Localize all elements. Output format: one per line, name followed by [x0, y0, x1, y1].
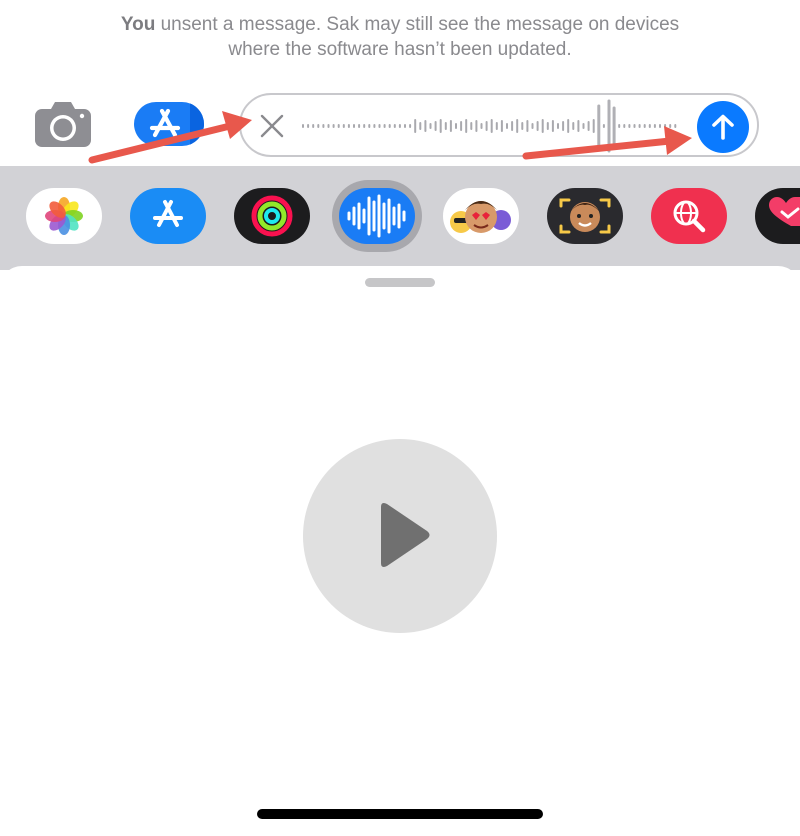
app-store-button[interactable] [134, 102, 204, 146]
activity-rings-icon [251, 195, 293, 237]
memoji-stickers-icon [450, 201, 511, 233]
app-memoji-stickers[interactable] [443, 188, 519, 244]
audio-waveform[interactable] [301, 99, 681, 153]
send-button[interactable] [697, 101, 749, 153]
audio-waveform-icon [347, 194, 406, 238]
app-digital-touch[interactable] [755, 188, 800, 244]
app-photos[interactable] [26, 188, 102, 244]
arrow-up-icon [712, 114, 734, 140]
camera-button[interactable] [33, 101, 93, 149]
notice-line-2: where the software hasn’t been updated. [228, 39, 572, 60]
app-memoji[interactable] [547, 188, 623, 244]
photos-icon [45, 197, 83, 235]
play-button[interactable] [303, 439, 497, 633]
sheet-grabber[interactable] [365, 278, 435, 287]
pill-edge [190, 102, 204, 146]
audio-playback-sheet [0, 266, 800, 836]
app-images-search[interactable] [651, 188, 727, 244]
app-app-store[interactable] [130, 188, 206, 244]
notice-line-1: You unsent a message. Sak may still see … [120, 14, 680, 35]
globe-search-icon [673, 200, 706, 233]
heart-icon [769, 197, 800, 226]
app-store-icon [153, 200, 183, 227]
unsent-message-notice: You unsent a message. Sak may still see … [0, 12, 800, 62]
app-store-icon [149, 108, 181, 138]
play-icon [381, 503, 430, 567]
close-icon[interactable] [259, 113, 285, 139]
memoji-icon [559, 198, 611, 234]
home-indicator[interactable] [257, 809, 543, 819]
imessage-app-drawer [0, 166, 800, 270]
camera-icon [35, 102, 91, 147]
voice-message-composer [239, 93, 759, 157]
app-fitness[interactable] [234, 188, 310, 244]
app-audio-selected[interactable] [339, 188, 415, 244]
